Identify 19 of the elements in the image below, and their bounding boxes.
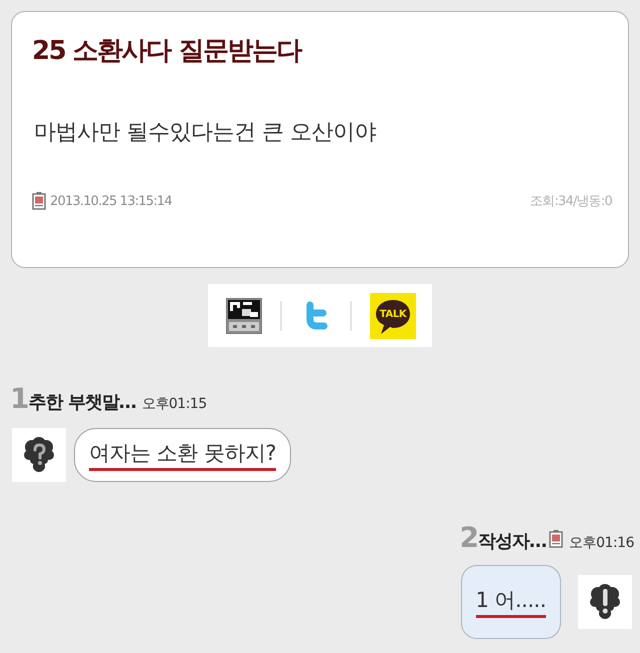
comment-author: 추한 부챗말… (28, 391, 136, 414)
comment-time: 오후01:15 (142, 395, 207, 413)
post-date: 2013.10.25 13:15:14 (50, 194, 172, 208)
post-title: 25 소환사다 질문받는다 (32, 35, 302, 68)
exclamation-avatar-icon (578, 575, 632, 629)
talk-button[interactable]: TALK (370, 292, 416, 338)
pc-icon[interactable] (226, 298, 262, 334)
comment-text: 1 어..... (476, 586, 546, 618)
note-icon (32, 192, 46, 210)
post-body: 마법사만 될수있다는건 큰 오산이야 (33, 119, 377, 147)
comment-text: 여자는 소환 못하지? (89, 439, 276, 471)
comment-author: 작성자… (478, 530, 546, 553)
comment-number: 2 (460, 524, 478, 552)
note-icon (549, 530, 564, 548)
comment-number: 1 (10, 385, 28, 413)
speech-bubble-icon (375, 298, 411, 334)
question-avatar-icon (12, 428, 66, 482)
post-stats: 조회:34/냉동:0 (530, 193, 612, 210)
comment-time: 오후01:16 (569, 534, 634, 552)
